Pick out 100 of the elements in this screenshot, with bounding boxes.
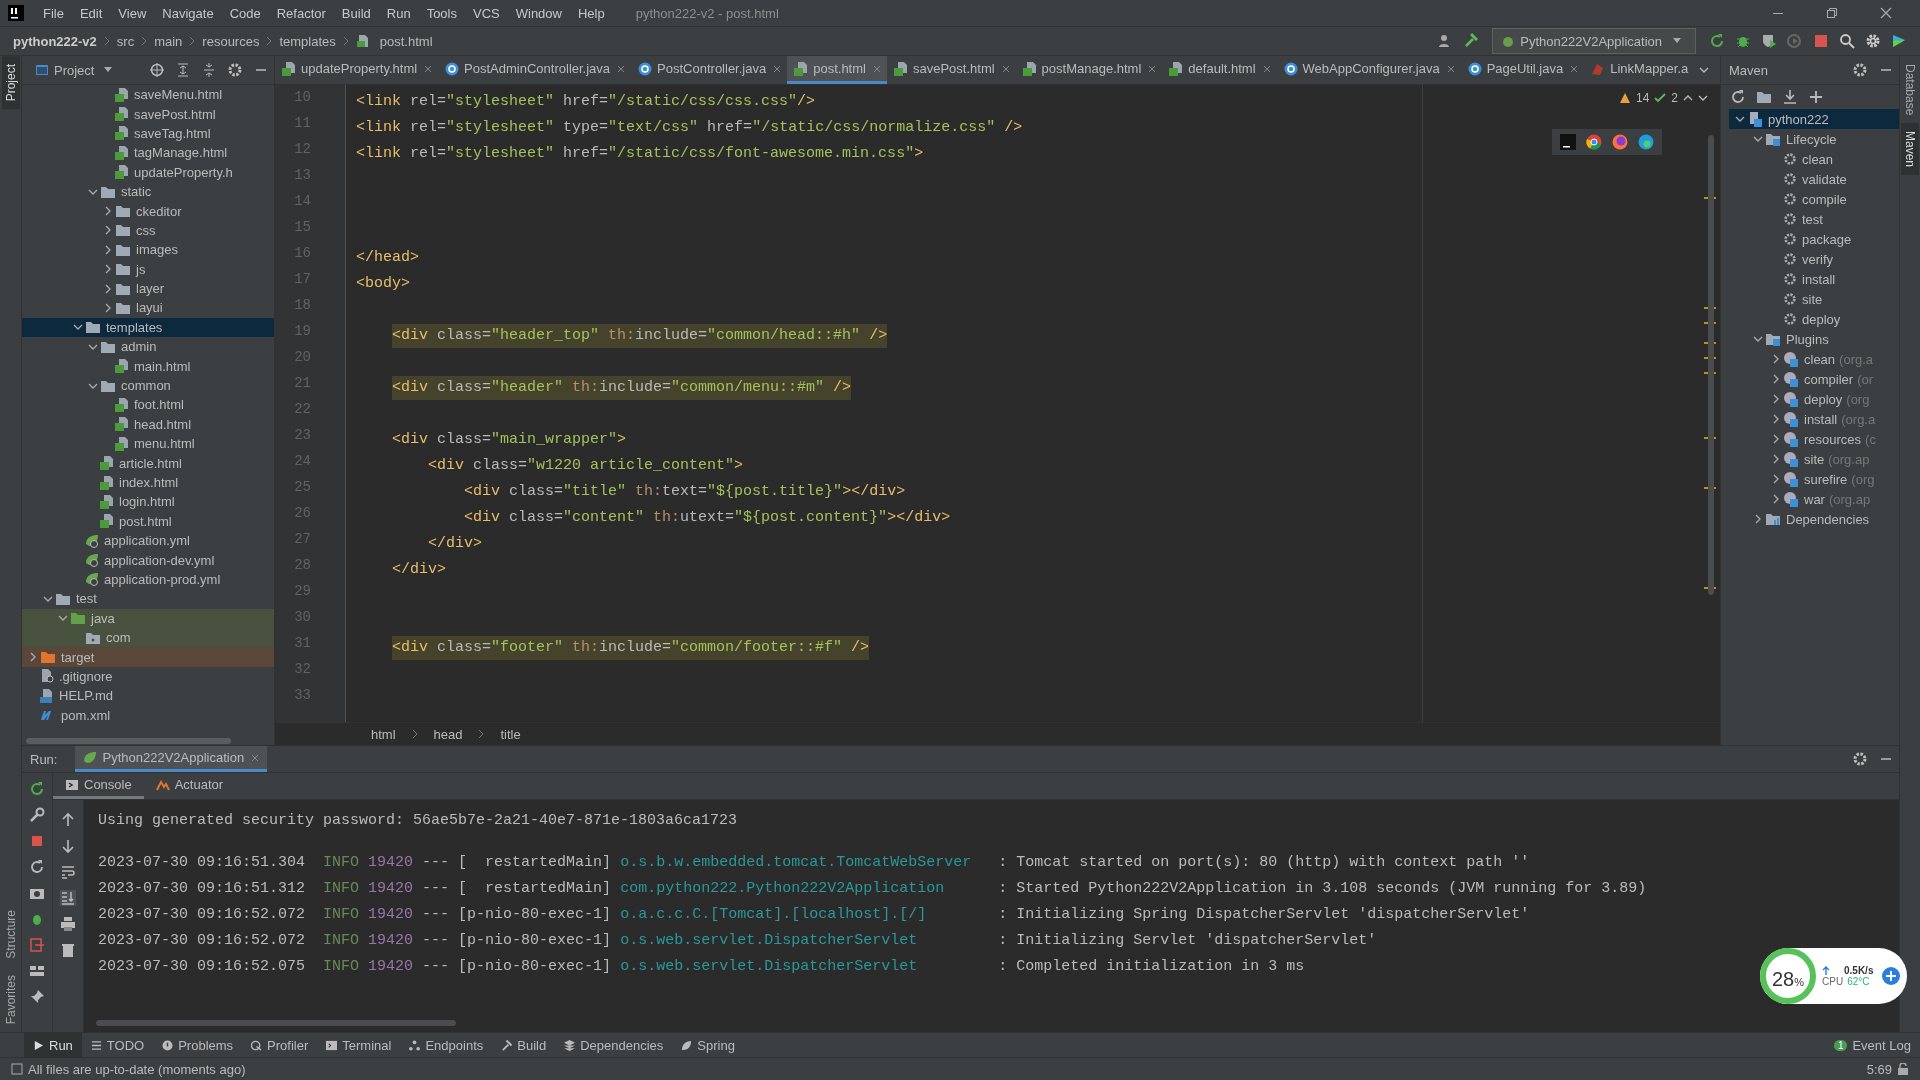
chevron-down-icon[interactable]: [1753, 334, 1763, 344]
tool-window-button[interactable]: Build: [492, 1033, 556, 1057]
chevron-right-icon[interactable]: [103, 283, 113, 294]
close-icon[interactable]: [617, 64, 626, 73]
tree-item[interactable]: com: [22, 627, 274, 648]
tree-item[interactable]: tagManage.html: [22, 143, 274, 163]
tree-item[interactable]: admin: [22, 337, 274, 357]
ide-icon[interactable]: [1560, 134, 1576, 150]
tree-item[interactable]: saveMenu.html: [22, 85, 274, 105]
editor-tab[interactable]: LinkMapper.a: [1584, 56, 1695, 84]
tree-item[interactable]: main.html: [22, 356, 274, 376]
tree-item[interactable]: css: [22, 220, 274, 241]
folder-icon[interactable]: [1756, 90, 1772, 104]
tree-item[interactable]: application-dev.yml: [22, 550, 274, 570]
log-logger[interactable]: o.a.c.c.C.[Tomcat].[localhost].[/]: [620, 906, 927, 923]
menu-item[interactable]: Window: [508, 5, 569, 21]
editor-tab[interactable]: updateProperty.html: [275, 56, 439, 84]
tree-item[interactable]: login.html: [22, 492, 274, 512]
tree-item[interactable]: updateProperty.h: [22, 162, 274, 182]
breadcrumb-item[interactable]: html: [357, 726, 410, 742]
scrollbar-thumb[interactable]: [1708, 135, 1714, 595]
check-icon[interactable]: [1654, 92, 1667, 104]
tree-item[interactable]: static: [22, 181, 274, 202]
breadcrumb-item[interactable]: head: [419, 726, 477, 742]
tree-item[interactable]: menu.html: [22, 434, 274, 454]
maven-tree-item[interactable]: site (org.ap: [1729, 449, 1899, 469]
stop-icon[interactable]: [29, 833, 45, 849]
breadcrumb-item[interactable]: python222-v2: [8, 33, 102, 49]
menu-item[interactable]: Tools: [419, 5, 464, 21]
search-icon[interactable]: [1839, 33, 1855, 49]
breadcrumb-item[interactable]: title: [486, 726, 535, 742]
maven-tree-item[interactable]: compiler (or: [1729, 369, 1899, 389]
close-icon[interactable]: [1880, 7, 1892, 19]
restart-icon[interactable]: [29, 859, 45, 875]
editor-tab[interactable]: PostAdminController.java: [438, 56, 632, 84]
maven-tree-item[interactable]: war (org.ap: [1729, 489, 1899, 509]
close-icon[interactable]: [773, 64, 782, 73]
tree-item[interactable]: common: [22, 375, 274, 396]
chevron-right-icon[interactable]: [103, 244, 113, 255]
chevron-right-icon[interactable]: [103, 225, 113, 236]
event-log-button[interactable]: 1 Event Log: [1824, 1033, 1920, 1057]
tool-window-button[interactable]: Dependencies: [555, 1033, 673, 1057]
plugin-logo-icon[interactable]: [1891, 33, 1907, 49]
editor-tab[interactable]: default.html: [1162, 56, 1277, 84]
menu-item[interactable]: Build: [334, 5, 378, 21]
soft-wrap-icon[interactable]: [60, 864, 76, 880]
log-logger[interactable]: com.python222.Python222V2Application: [620, 880, 945, 897]
menu-item[interactable]: VCS: [466, 5, 507, 21]
restore-icon[interactable]: [1826, 7, 1838, 19]
maven-tree-item[interactable]: package: [1729, 229, 1899, 249]
breadcrumb-item[interactable]: main: [149, 33, 188, 49]
tree-item[interactable]: ckeditor: [22, 201, 274, 221]
tree-item[interactable]: templates: [22, 317, 274, 338]
menu-item[interactable]: Run: [379, 5, 418, 21]
tree-item[interactable]: application.yml: [22, 531, 274, 551]
tree-item[interactable]: test: [22, 589, 274, 609]
chevron-up-icon[interactable]: [1683, 93, 1693, 103]
close-icon[interactable]: [1262, 64, 1271, 73]
close-icon[interactable]: [424, 64, 433, 73]
pin-icon[interactable]: [29, 989, 45, 1005]
download-icon[interactable]: [1782, 89, 1798, 105]
close-icon[interactable]: [1446, 64, 1455, 73]
chevron-right-icon[interactable]: [28, 652, 38, 662]
tree-item[interactable]: saveTag.html: [22, 123, 274, 144]
arrow-up-icon[interactable]: [60, 812, 76, 828]
panel-title[interactable]: Project: [54, 62, 95, 78]
maven-tree-item[interactable]: compile: [1729, 189, 1899, 209]
maven-tool-tab[interactable]: Maven: [1901, 123, 1919, 176]
print-icon[interactable]: [60, 916, 76, 932]
plus-icon[interactable]: [1881, 966, 1902, 986]
arrow-down-icon[interactable]: [60, 838, 76, 854]
chevron-right-icon[interactable]: [103, 303, 113, 313]
maven-tree-item[interactable]: install: [1729, 269, 1899, 289]
run-tab[interactable]: Python222V2Application: [75, 746, 268, 772]
log-logger[interactable]: o.s.web.servlet.DispatcherServlet: [620, 932, 918, 949]
maven-tree-item[interactable]: install (org.a: [1729, 409, 1899, 429]
chevron-right-icon[interactable]: [103, 264, 113, 275]
scrollbar-thumb[interactable]: [96, 1020, 456, 1026]
maven-tree-item[interactable]: validate: [1729, 169, 1899, 189]
settings-icon[interactable]: [1865, 33, 1881, 49]
wrench-icon[interactable]: [29, 807, 45, 823]
tree-item[interactable]: index.html: [22, 472, 274, 493]
tool-window-button[interactable]: Profiler: [242, 1033, 318, 1057]
refresh-icon[interactable]: [1730, 89, 1746, 105]
tree-item[interactable]: layer: [22, 278, 274, 299]
tree-item[interactable]: savePost.html: [22, 104, 274, 124]
crosshair-icon[interactable]: [149, 62, 165, 78]
tree-item[interactable]: pom.xml: [22, 705, 274, 725]
tool-window-button[interactable]: Spring: [672, 1033, 744, 1057]
tree-item[interactable]: article.html: [22, 453, 274, 473]
breadcrumb-item[interactable]: post.html: [374, 33, 438, 49]
editor-tab[interactable]: PostController.java: [631, 56, 788, 84]
browser-icon[interactable]: [1638, 134, 1654, 150]
maven-tree-item[interactable]: surefire (org: [1729, 469, 1899, 489]
trash-icon[interactable]: [60, 942, 76, 958]
settings-icon[interactable]: [1852, 751, 1868, 767]
tree-item[interactable]: foot.html: [22, 395, 274, 415]
breadcrumb-item[interactable]: src: [111, 33, 140, 49]
maven-tree-item[interactable]: python222: [1729, 109, 1899, 129]
window-icon[interactable]: [11, 1063, 23, 1075]
